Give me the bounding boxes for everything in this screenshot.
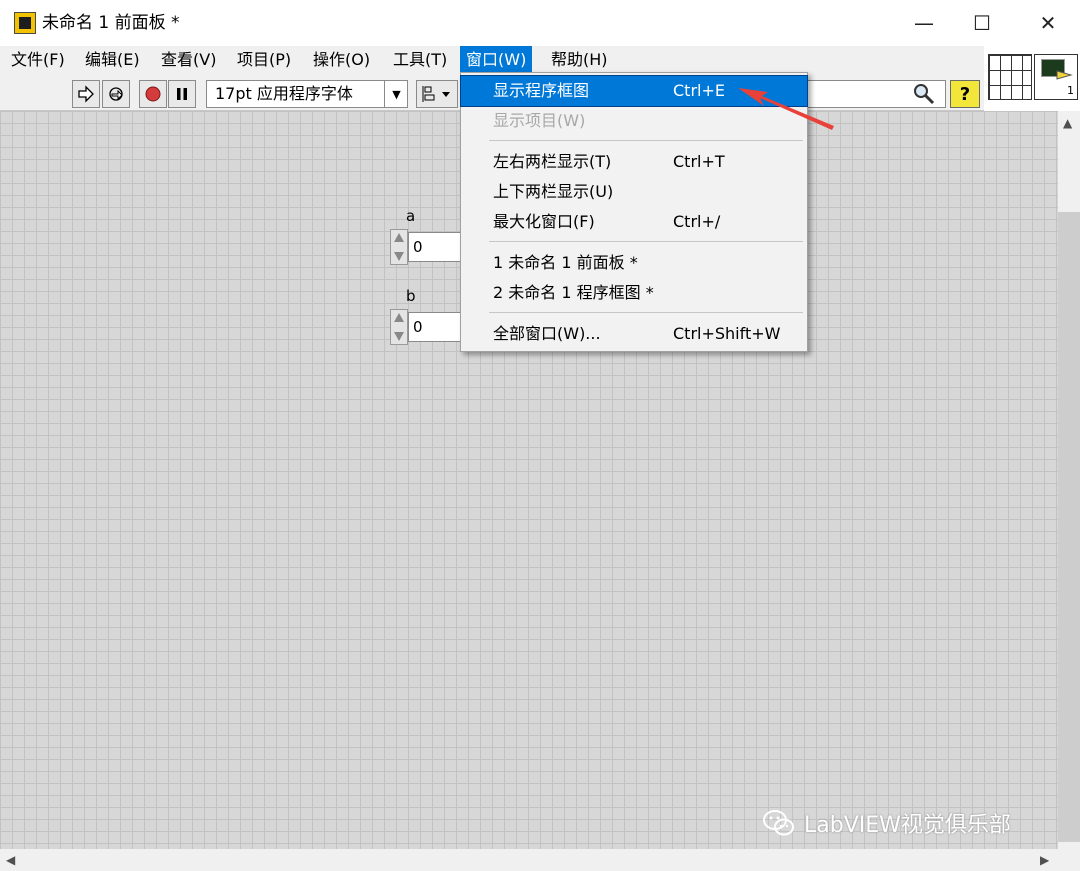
menu-window[interactable]: 窗口(W) — [460, 46, 533, 73]
menu-project[interactable]: 项目(P) — [231, 46, 297, 73]
labview-app-icon — [14, 12, 36, 34]
menu-item-front-panel-window[interactable]: 1 未命名 1 前面板 * — [461, 248, 807, 278]
maximize-button[interactable]: ☐ — [952, 0, 1012, 46]
vi-icon-arrow — [1056, 70, 1073, 80]
connector-pane-icon[interactable] — [988, 54, 1032, 100]
menu-item-block-diagram-window[interactable]: 2 未命名 1 程序框图 * — [461, 278, 807, 308]
menu-item-shortcut: Ctrl+Shift+W — [673, 324, 781, 343]
menu-view[interactable]: 查看(V) — [155, 46, 222, 73]
increment-decrement-arrows[interactable] — [390, 229, 408, 265]
menu-item-shortcut: Ctrl+/ — [673, 212, 721, 231]
increment-decrement-arrows[interactable] — [390, 309, 408, 345]
menu-item-label: 2 未命名 1 程序框图 * — [493, 283, 654, 302]
menu-item-label: 最大化窗口(F) — [493, 212, 595, 231]
menu-item-label: 1 未命名 1 前面板 * — [493, 253, 638, 272]
align-objects-button[interactable] — [416, 80, 458, 108]
run-continuously-icon — [109, 87, 123, 101]
menu-edit[interactable]: 编辑(E) — [79, 46, 146, 73]
menu-item-tile-left-right[interactable]: 左右两栏显示(T) Ctrl+T — [461, 147, 807, 177]
pause-button[interactable] — [168, 80, 196, 108]
menu-tools[interactable]: 工具(T) — [387, 46, 453, 73]
menu-operate[interactable]: 操作(O) — [307, 46, 376, 73]
vi-icon[interactable]: 1 — [1034, 54, 1078, 100]
control-label-a: a — [406, 207, 416, 225]
menu-item-shortcut: Ctrl+T — [673, 152, 725, 171]
pause-icon — [177, 88, 187, 100]
menu-separator — [489, 140, 803, 141]
numeric-control-a[interactable]: 0 — [408, 232, 468, 262]
menu-item-label: 上下两栏显示(U) — [493, 182, 614, 201]
menu-item-shortcut: Ctrl+E — [673, 81, 725, 100]
context-help-button[interactable]: ? — [950, 80, 980, 108]
menu-item-label: 全部窗口(W)... — [493, 324, 601, 343]
menu-bar: 文件(F) 编辑(E) 查看(V) 项目(P) 操作(O) 工具(T) 窗口(W… — [0, 46, 984, 73]
control-label-b: b — [406, 287, 416, 305]
menu-file[interactable]: 文件(F) — [5, 46, 71, 73]
menu-item-label: 显示程序框图 — [493, 81, 590, 100]
menu-item-tile-up-down[interactable]: 上下两栏显示(U) — [461, 177, 807, 207]
scroll-right-arrow-icon[interactable]: ▶ — [1040, 853, 1049, 867]
vi-icon-number: 1 — [1067, 84, 1074, 97]
stop-icon — [145, 86, 161, 102]
close-button[interactable]: ✕ — [1018, 0, 1078, 46]
menu-separator — [489, 312, 803, 313]
menu-item-label: 左右两栏显示(T) — [493, 152, 612, 171]
abort-button[interactable] — [139, 80, 167, 108]
chevron-down-icon[interactable]: ▼ — [384, 80, 408, 108]
horizontal-scrollbar[interactable] — [0, 849, 1080, 871]
watermark: LabVIEW视觉俱乐部 — [762, 806, 1011, 840]
menu-help[interactable]: 帮助(H) — [545, 46, 614, 73]
align-objects-icon — [422, 86, 450, 102]
window-title: 未命名 1 前面板 * — [42, 13, 180, 33]
menu-item-maximize-window[interactable]: 最大化窗口(F) Ctrl+/ — [461, 207, 807, 237]
minimize-button[interactable]: — — [894, 0, 954, 46]
run-continuously-button[interactable] — [102, 80, 130, 108]
annotation-arrow-icon — [738, 88, 834, 130]
search-icon[interactable] — [912, 82, 936, 106]
menu-separator — [489, 241, 803, 242]
watermark-text: LabVIEW视觉俱乐部 — [804, 813, 1011, 838]
scroll-up-arrow-icon[interactable]: ▲ — [1063, 116, 1072, 130]
vertical-scroll-thumb[interactable] — [1058, 212, 1080, 842]
scroll-left-arrow-icon[interactable]: ◀ — [6, 853, 15, 867]
menu-item-label: 显示项目(W) — [493, 111, 586, 130]
font-select[interactable]: 17pt 应用程序字体 — [206, 80, 408, 108]
wechat-icon — [763, 810, 794, 836]
run-arrow-icon — [78, 85, 94, 103]
run-button[interactable] — [72, 80, 100, 108]
numeric-control-b[interactable]: 0 — [408, 312, 468, 342]
menu-item-all-windows[interactable]: 全部窗口(W)... Ctrl+Shift+W — [461, 319, 807, 349]
